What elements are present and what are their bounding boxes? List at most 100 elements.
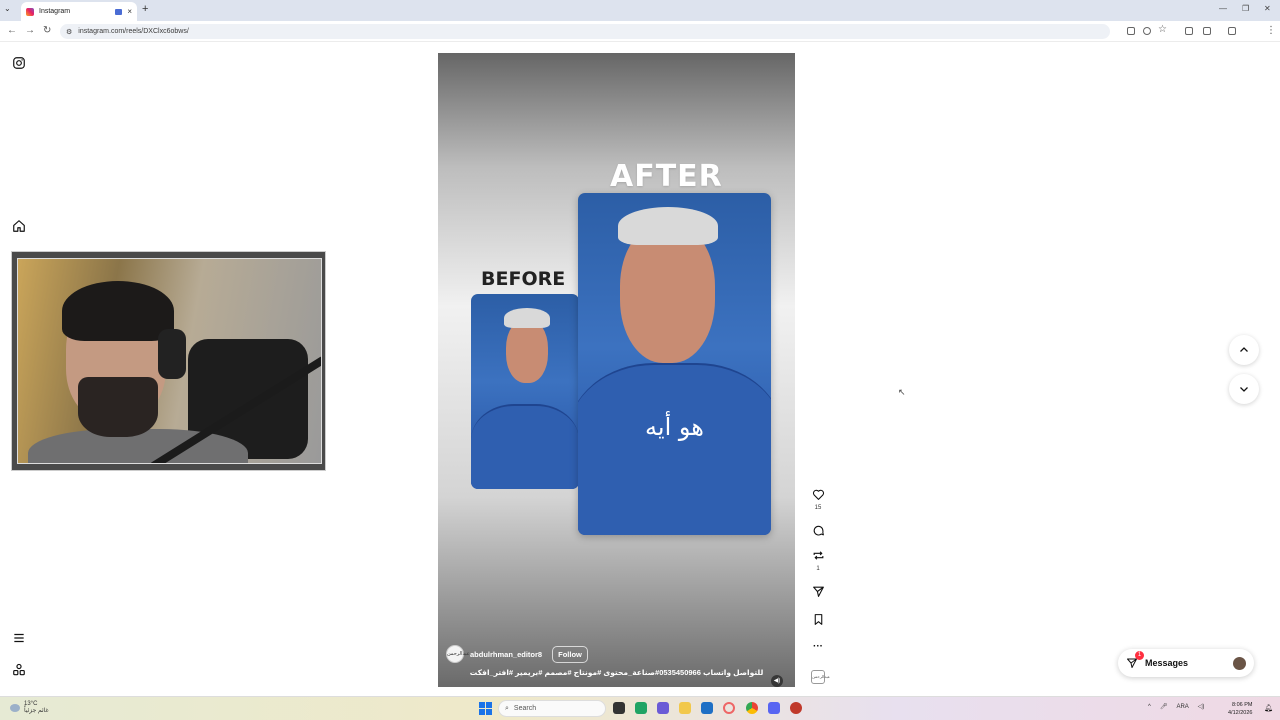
follow-button[interactable]: Follow xyxy=(552,645,588,663)
app-icon[interactable] xyxy=(635,702,647,714)
webcam-overlay xyxy=(11,251,326,471)
repost-count: 1 xyxy=(816,566,820,572)
new-tab-button[interactable]: + xyxy=(142,3,148,15)
hair xyxy=(618,207,718,245)
site-info-icon[interactable]: ⚙ xyxy=(66,28,72,36)
chevron-up-icon[interactable]: ^ xyxy=(1148,704,1151,710)
shirt xyxy=(471,404,579,489)
windows-start-icon[interactable] xyxy=(479,702,492,715)
reel-author: عبدالرحمن abdulrhman_editor8 Follow xyxy=(446,645,588,663)
discord-icon[interactable] xyxy=(768,702,780,714)
weather-temp: 13°C xyxy=(24,701,38,707)
weather-description: غائم جزئياً xyxy=(24,708,49,714)
chevron-up-icon xyxy=(1240,347,1248,352)
unread-badge: 1 xyxy=(1135,651,1144,660)
heart-icon xyxy=(812,489,824,500)
next-reel-button[interactable] xyxy=(1229,374,1259,404)
search-icon: ⌕ xyxy=(505,704,509,712)
system-tray: ^ 🎤︎ ARA ◁) xyxy=(1148,703,1205,711)
audio-thumbnail[interactable]: عبدالرحمن xyxy=(811,670,830,684)
more-options-button[interactable]: ··· xyxy=(810,641,826,652)
home-icon[interactable] xyxy=(12,219,26,233)
browser-tab-strip: ⌄ Instagram × + — ❐ ✕ xyxy=(0,0,1280,21)
before-photo xyxy=(471,294,579,489)
person-hair xyxy=(62,281,174,341)
task-view-icon[interactable] xyxy=(613,702,625,714)
language-indicator[interactable]: ARA xyxy=(1176,704,1188,710)
tab-search-icon[interactable]: ⌄ xyxy=(4,4,11,13)
windows-taskbar: 13°C غائم جزئياً ⌕ Search ^ 🎤︎ ARA ◁) 8:… xyxy=(0,696,1280,720)
browser-menu-icon[interactable]: ⋮ xyxy=(1266,25,1276,36)
browser-tab[interactable]: Instagram × xyxy=(21,2,137,21)
contact-avatar xyxy=(1233,656,1246,670)
microphone-icon[interactable]: 🎤︎ xyxy=(1160,703,1168,710)
clock[interactable]: 8:06 PM 4/12/2026 xyxy=(1228,701,1252,717)
mouse-cursor-icon: ↖ xyxy=(898,387,906,397)
browser-toolbar: ← → ↻ ⚙ instagram.com/reels/DXClxc6obws/… xyxy=(0,21,1280,57)
previous-reel-button[interactable] xyxy=(1229,335,1259,365)
repost-icon xyxy=(813,551,823,560)
reel-video[interactable]: AFTER BEFORE هو أيه عبدالرحمن abdulrhman… xyxy=(438,53,795,687)
chrome-icon[interactable] xyxy=(746,702,758,714)
extensions-puzzle-icon[interactable] xyxy=(1203,27,1211,35)
copilot-icon[interactable] xyxy=(657,702,669,714)
close-window-button[interactable]: ✕ xyxy=(1264,4,1271,13)
author-avatar[interactable]: عبدالرحمن xyxy=(446,645,470,663)
shirt xyxy=(578,363,771,535)
opera-icon[interactable] xyxy=(723,702,735,714)
search-placeholder: Search xyxy=(513,705,537,712)
bookmark-star-icon[interactable]: ☆ xyxy=(1158,24,1167,35)
instagram-icon[interactable] xyxy=(12,56,26,70)
file-explorer-icon[interactable] xyxy=(679,702,691,714)
instagram-favicon-icon xyxy=(26,7,34,16)
reload-icon[interactable]: ↻ xyxy=(43,25,51,36)
clock-date: 4/12/2026 xyxy=(1228,710,1253,716)
chevron-down-icon xyxy=(1240,387,1248,392)
comment-button[interactable] xyxy=(810,524,826,540)
forward-arrow-icon[interactable]: → xyxy=(25,25,35,36)
back-arrow-icon[interactable]: ← xyxy=(7,25,17,36)
tab-title: Instagram xyxy=(39,8,71,15)
person-beard xyxy=(78,377,158,437)
hair xyxy=(504,308,550,328)
url-text: instagram.com/reels/DXClxc6obws/ xyxy=(78,28,189,35)
maximize-button[interactable]: ❐ xyxy=(1242,4,1249,13)
mute-icon[interactable]: ◀) xyxy=(771,675,783,687)
media-playing-icon[interactable] xyxy=(115,8,123,15)
sidebar-toggle-icon[interactable] xyxy=(1228,27,1236,35)
share-button[interactable] xyxy=(810,585,826,601)
messages-label: Messages xyxy=(1145,658,1189,668)
taskbar-search[interactable]: ⌕ Search xyxy=(498,700,606,717)
address-bar[interactable]: ⚙ instagram.com/reels/DXClxc6obws/ xyxy=(60,24,1110,39)
face xyxy=(506,319,548,383)
weather-widget[interactable]: 13°C غائم جزئياً xyxy=(10,701,49,715)
notifications-icon[interactable]: 🔔︎ xyxy=(1264,704,1273,712)
reel-caption[interactable]: للتواصل واتساب 0535450966#صناعة_محتوى #م… xyxy=(438,668,795,677)
cloud-icon xyxy=(10,704,20,712)
messages-button[interactable]: 1 Messages xyxy=(1118,649,1254,677)
store-icon[interactable] xyxy=(701,702,713,714)
like-count: 15 xyxy=(814,505,822,511)
extension-icon[interactable] xyxy=(1185,27,1193,35)
after-photo xyxy=(578,193,771,535)
webcam-feed xyxy=(17,258,322,464)
app-icon-red[interactable] xyxy=(790,702,802,714)
minimize-button[interactable]: — xyxy=(1219,4,1227,13)
zoom-icon[interactable] xyxy=(1143,27,1151,35)
apps-icon[interactable] xyxy=(12,663,26,677)
save-button[interactable] xyxy=(810,613,826,629)
before-label: BEFORE xyxy=(481,268,566,290)
instagram-page: AFTER BEFORE هو أيه عبدالرحمن abdulrhman… xyxy=(0,43,1280,696)
author-username[interactable]: abdulrhman_editor8 xyxy=(470,650,542,659)
install-app-icon[interactable] xyxy=(1127,27,1135,35)
headphones xyxy=(158,329,186,379)
clock-time: 8:06 PM xyxy=(1231,702,1253,708)
like-button[interactable]: 15 xyxy=(810,488,826,511)
volume-icon[interactable]: ◁) xyxy=(1198,703,1205,710)
after-label: AFTER xyxy=(610,159,723,194)
tab-close-icon[interactable]: × xyxy=(127,7,132,16)
repost-button[interactable]: 1 xyxy=(810,549,826,572)
overlay-caption: هو أيه xyxy=(645,413,704,441)
send-icon xyxy=(812,586,824,597)
menu-icon[interactable] xyxy=(12,631,26,645)
